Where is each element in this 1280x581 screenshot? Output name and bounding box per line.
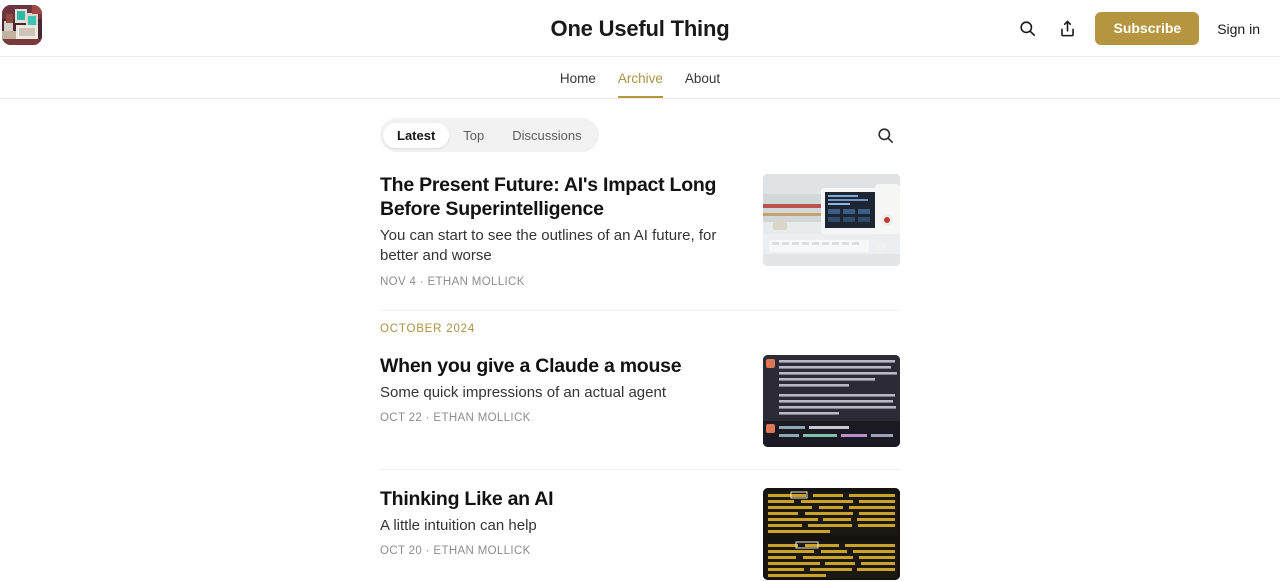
archive-search-icon[interactable]	[870, 120, 900, 150]
post-title[interactable]: The Present Future: AI's Impact Long Bef…	[380, 174, 743, 222]
post-list-item[interactable]: The Present Future: AI's Impact Long Bef…	[380, 156, 900, 310]
post-meta: OCT 22 · ETHAN MOLLICK	[380, 412, 531, 425]
post-thumbnail[interactable]	[763, 354, 900, 447]
post-text: The Present Future: AI's Impact Long Bef…	[380, 174, 743, 288]
month-heading: OCTOBER 2024	[380, 322, 476, 335]
post-meta: NOV 4 · ETHAN MOLLICK	[380, 275, 525, 288]
tab-discussions[interactable]: Discussions	[498, 123, 595, 148]
tab-top[interactable]: Top	[449, 123, 498, 148]
filter-bar: Latest Top Discussions	[380, 114, 900, 156]
nav-item-archive[interactable]: Archive	[617, 71, 663, 98]
primary-nav: Home Archive About	[0, 57, 1280, 99]
post-title[interactable]: When you give a Claude a mouse	[380, 355, 743, 379]
post-text: Thinking Like an AI A little intuition c…	[380, 488, 743, 557]
post-thumbnail[interactable]	[763, 174, 900, 266]
nav-item-home[interactable]: Home	[560, 71, 596, 99]
publication-logo[interactable]	[2, 5, 42, 45]
post-subtitle: You can start to see the outlines of an …	[380, 226, 717, 265]
sort-segmented-control: Latest Top Discussions	[380, 118, 599, 152]
site-header: One Useful Thing Subscribe Sign in	[0, 0, 1280, 57]
post-title[interactable]: Thinking Like an AI	[380, 488, 743, 512]
post-text: When you give a Claude a mouse Some quic…	[380, 355, 743, 424]
post-list-item[interactable]: When you give a Claude a mouse Some quic…	[380, 337, 900, 469]
sign-in-button[interactable]: Sign in	[1215, 17, 1262, 41]
header-actions: Subscribe Sign in	[1015, 0, 1262, 57]
archive-content: Latest Top Discussions The Present Futur…	[380, 99, 900, 581]
post-subtitle: Some quick impressions of an actual agen…	[380, 383, 666, 401]
tab-latest[interactable]: Latest	[383, 122, 450, 148]
subscribe-button[interactable]: Subscribe	[1095, 11, 1200, 46]
post-subtitle: A little intuition can help	[380, 516, 537, 534]
search-icon[interactable]	[1015, 17, 1039, 41]
share-icon[interactable]	[1055, 17, 1079, 41]
post-meta: OCT 20 · ETHAN MOLLICK	[380, 545, 531, 558]
nav-item-about[interactable]: About	[685, 71, 720, 99]
post-list-item[interactable]: Thinking Like an AI A little intuition c…	[380, 470, 900, 581]
post-thumbnail[interactable]	[763, 487, 900, 580]
